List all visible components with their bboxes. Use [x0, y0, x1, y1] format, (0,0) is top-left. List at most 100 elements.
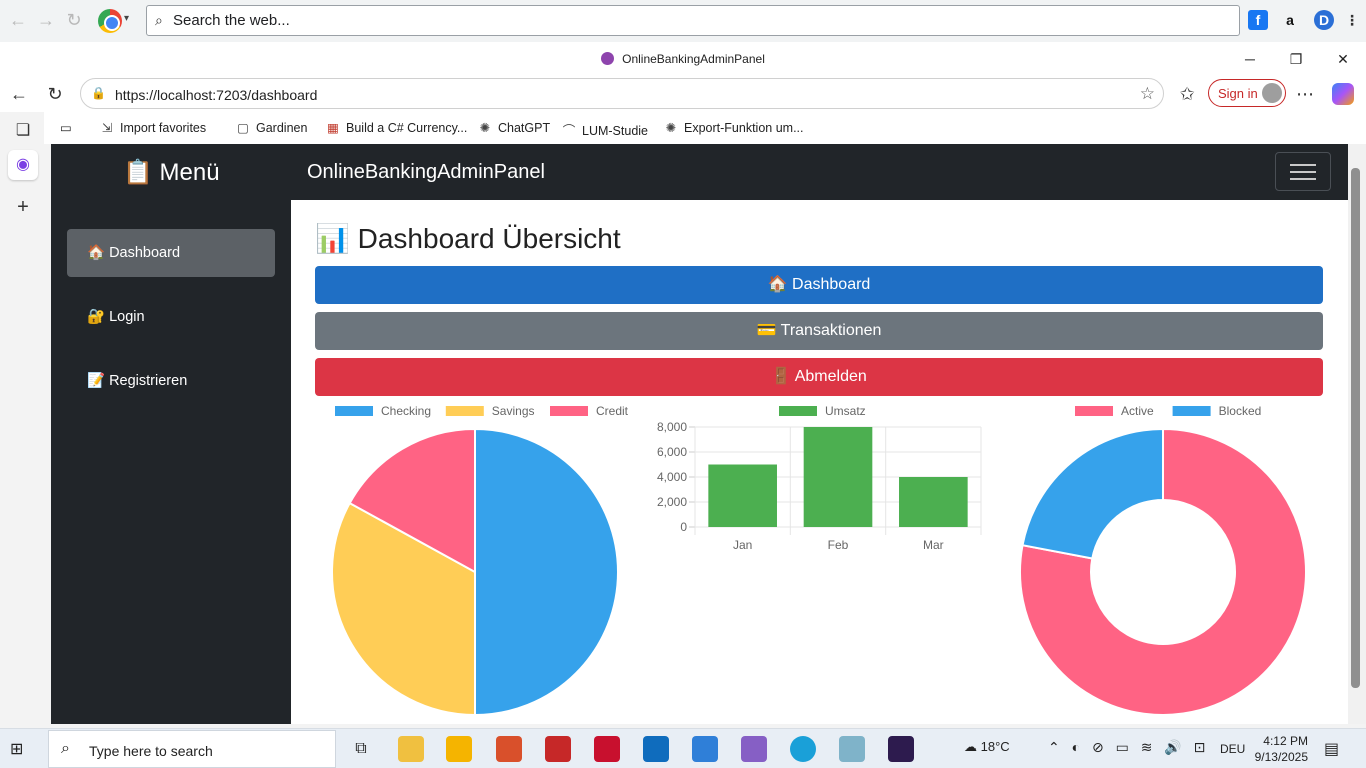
sign-in-button[interactable]: Sign in: [1208, 79, 1286, 107]
sidebar-item-login[interactable]: 🔐 Login: [67, 293, 275, 341]
app-icon: [601, 52, 615, 65]
calendar-icon: ▦: [327, 121, 339, 135]
tools-app-icon[interactable]: [398, 736, 424, 762]
window-title-text: OnlineBankingAdminPanel: [622, 52, 765, 66]
y-tick-label: 6,000: [657, 445, 687, 459]
star-icon[interactable]: ☆: [1140, 84, 1155, 104]
sidebar-item-registrieren[interactable]: 📝 Registrieren: [67, 357, 275, 405]
reader-app-icon[interactable]: [545, 736, 571, 762]
notification-icon[interactable]: ▤: [1324, 739, 1339, 759]
x-tick-label: Feb: [828, 538, 849, 552]
windows-start-icon[interactable]: ⊞: [10, 739, 38, 759]
favorite-label: LUM-Studie: [582, 124, 648, 138]
favorite-label: Gardinen: [256, 121, 308, 135]
more-vertical-icon[interactable]: ⋮: [1342, 10, 1362, 30]
page-scrollbar[interactable]: [1348, 144, 1366, 724]
language-indicator[interactable]: DEU: [1220, 742, 1245, 756]
app-brand[interactable]: OnlineBankingAdminPanel: [307, 161, 545, 184]
tabs-icon[interactable]: ❏: [8, 116, 38, 146]
sidebar-item-label: 🏠 Dashboard: [87, 245, 181, 261]
y-tick-label: 4,000: [657, 470, 687, 484]
page-title: 📊 Dashboard Übersicht: [315, 223, 621, 254]
status-doughnut-chart: Active Blocked: [1019, 404, 1307, 716]
transactions-button[interactable]: 💳 Transaktionen: [315, 312, 1323, 350]
scroll-thumb[interactable]: [1351, 168, 1360, 688]
forward-arrow-icon[interactable]: →: [36, 10, 56, 30]
logout-button[interactable]: 🚪 Abmelden: [315, 358, 1323, 396]
outlook-icon[interactable]: [643, 736, 669, 762]
bar-jan: [708, 464, 777, 527]
hamburger-menu-icon[interactable]: [1275, 152, 1331, 191]
openai-icon: ✺: [665, 121, 677, 135]
back-arrow-icon[interactable]: ←: [8, 83, 30, 105]
window-title-bar: OnlineBankingAdminPanel ─ ❐ ✕: [0, 42, 1366, 76]
reload-icon[interactable]: ↻: [64, 10, 84, 30]
legend-swatch: [335, 406, 373, 416]
bar-feb: [803, 427, 873, 527]
bar-mar: [899, 477, 968, 527]
web-search-input[interactable]: Search the web...: [173, 12, 290, 29]
clock[interactable]: 4:12 PM 9/13/2025: [1254, 733, 1308, 765]
favorite-label: Import favorites: [120, 121, 207, 135]
visual-studio-icon[interactable]: [741, 736, 767, 762]
edge-icon[interactable]: [790, 736, 816, 762]
legend-label: Active: [1121, 404, 1154, 418]
web-search-box[interactable]: ⌕ Search the web...: [146, 5, 1240, 36]
favorite-label: ChatGPT: [498, 121, 551, 135]
active-tab-icon[interactable]: ◉: [8, 150, 38, 180]
sign-in-label: Sign in: [1218, 86, 1258, 101]
favorite-currency[interactable]: ▦ Build a C# Currency...: [326, 120, 467, 135]
app-icon[interactable]: [496, 736, 522, 762]
profile-d-icon[interactable]: D: [1314, 10, 1334, 30]
lock-icon[interactable]: 🔒: [91, 86, 106, 100]
favorite-import[interactable]: ⇲ Import favorites: [100, 120, 206, 135]
notepad-icon[interactable]: [839, 736, 865, 762]
add-icon[interactable]: +: [8, 192, 38, 222]
search-icon: ⌕: [61, 740, 70, 757]
minimize-icon[interactable]: ─: [1240, 50, 1260, 68]
legend-swatch: [550, 406, 588, 416]
link-icon: ⌒: [562, 124, 576, 138]
favorites-bar: ▭ ⇲ Import favorites ▢ Gardinen ▦ Build a C…: [44, 112, 1366, 144]
collections-icon[interactable]: ▭: [60, 120, 72, 135]
y-tick-label: 8,000: [657, 420, 687, 434]
back-arrow-icon[interactable]: ←: [8, 10, 28, 30]
url-text[interactable]: https://localhost:7203/dashboard: [115, 87, 317, 103]
close-icon[interactable]: ✕: [1333, 50, 1353, 68]
mcafee-icon[interactable]: [594, 736, 620, 762]
legend-label: Credit: [596, 404, 629, 418]
favorites-icon[interactable]: ✩: [1176, 83, 1198, 105]
chrome-logo-icon[interactable]: [98, 9, 122, 33]
restore-icon[interactable]: ❐: [1286, 50, 1306, 68]
amazon-icon[interactable]: a: [1280, 10, 1300, 30]
more-horizontal-icon[interactable]: ⋯: [1294, 83, 1316, 105]
top-navbar: 📋 Menü OnlineBankingAdminPanel: [51, 144, 1348, 200]
system-tray[interactable]: ⌃ ◐ ⊘ ▭ ≋ 🔊 ⊡: [1048, 739, 1209, 756]
chevron-down-icon[interactable]: ▾: [124, 13, 129, 24]
favorite-lum[interactable]: ⌒ LUM-Studie: [562, 120, 648, 139]
favorite-chatgpt[interactable]: ✺ ChatGPT: [478, 120, 550, 135]
taskbar-search[interactable]: ⌕ Type here to search: [48, 730, 336, 768]
favorite-gardinen[interactable]: ▢ Gardinen: [236, 120, 307, 135]
favorite-label: Export-Funktion um...: [684, 121, 804, 135]
address-bar[interactable]: 🔒 https://localhost:7203/dashboard ☆: [80, 78, 1164, 109]
copilot-icon[interactable]: [1332, 83, 1354, 105]
menu-title: 📋 Menü: [123, 159, 220, 186]
chrome-top-bar: ← → ↻ ▾ ⌕ Search the web... f a D ⋮: [0, 0, 1366, 42]
store-icon[interactable]: [692, 736, 718, 762]
task-view-icon[interactable]: ⧉: [348, 736, 374, 762]
x-tick-label: Mar: [923, 538, 944, 552]
terminal-icon[interactable]: [888, 736, 914, 762]
facebook-icon[interactable]: f: [1248, 10, 1268, 30]
taskbar-search-input[interactable]: Type here to search: [89, 743, 213, 759]
x-tick-label: Jan: [733, 538, 752, 552]
y-tick-label: 0: [680, 520, 687, 534]
reload-icon[interactable]: ↻: [44, 83, 66, 105]
weather-widget[interactable]: ☁ 18°C: [964, 739, 1010, 755]
clock-time: 4:12 PM: [1263, 734, 1308, 748]
favorite-export[interactable]: ✺ Export-Funktion um...: [664, 120, 804, 135]
file-explorer-icon[interactable]: [446, 736, 472, 762]
openai-icon: ✺: [479, 121, 491, 135]
sidebar-item-dashboard[interactable]: 🏠 Dashboard: [67, 229, 275, 277]
dashboard-button[interactable]: 🏠 Dashboard: [315, 266, 1323, 304]
